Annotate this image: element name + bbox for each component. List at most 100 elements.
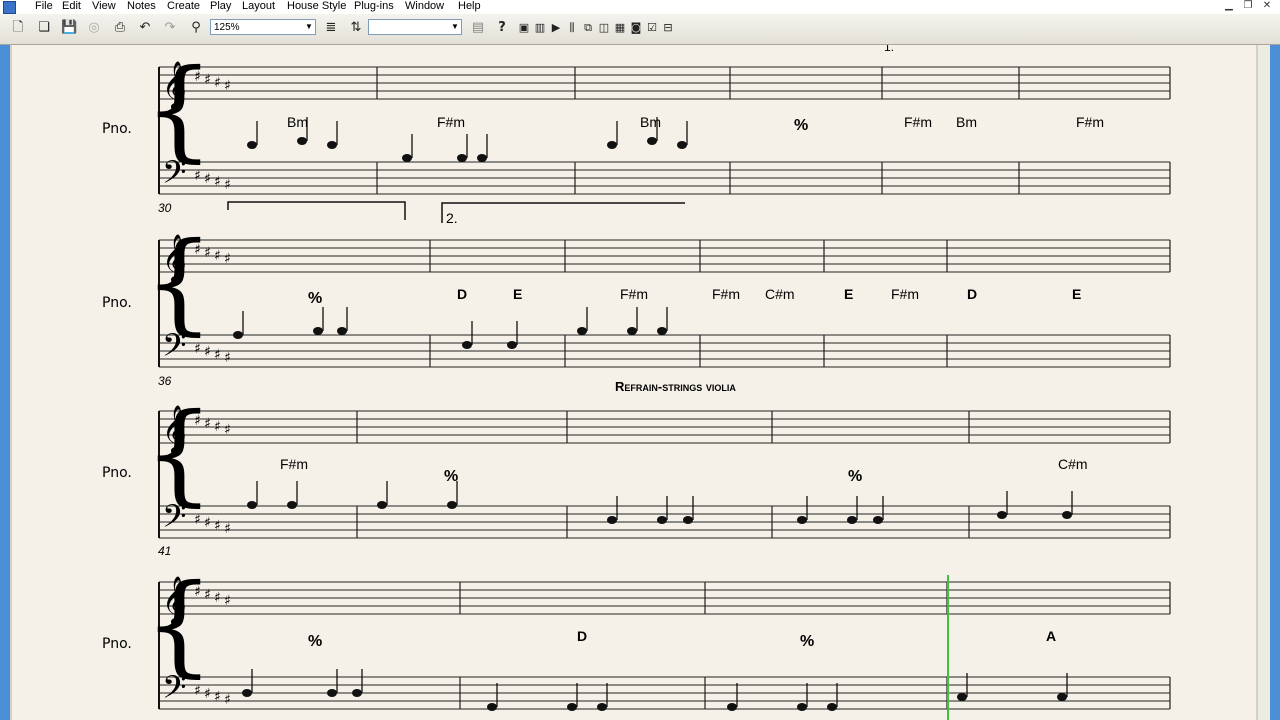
mixer-icon[interactable]: ⫼ [564, 20, 580, 36]
chord-symbol: F#m [280, 456, 308, 472]
redo-icon[interactable]: ↷ [162, 20, 178, 36]
menu-window[interactable]: Window [405, 0, 444, 13]
menu-bar: File Edit View Notes Create Play Layout … [0, 0, 1280, 14]
note-head [462, 341, 472, 349]
chord-symbol: % [800, 633, 814, 650]
layout-icon[interactable]: ⊟ [660, 20, 676, 36]
menu-layout[interactable]: Layout [242, 0, 275, 13]
note-head [477, 154, 487, 162]
menu-view[interactable]: View [92, 0, 116, 13]
vertical-scrollbar[interactable] [1258, 45, 1270, 720]
sharp-icon: ♯ [204, 344, 211, 360]
sharp-icon: ♯ [204, 171, 211, 187]
sharp-icon: ♯ [204, 416, 211, 432]
app-icon[interactable] [3, 1, 16, 14]
navigator-icon[interactable]: ▣ [516, 20, 532, 36]
note-head [647, 137, 657, 145]
second-ending-bracket [441, 202, 685, 223]
restore-icon[interactable]: ❐ [1241, 0, 1255, 12]
new-document-icon[interactable]: 🗋 [10, 20, 26, 36]
zoom-tool-icon[interactable]: ⚲ [188, 20, 204, 36]
menu-play[interactable]: Play [210, 0, 231, 13]
chord-symbol: Bm [956, 114, 977, 130]
instrument-label: Pno. [102, 121, 132, 137]
menu-help[interactable]: Help [458, 0, 481, 13]
instrument-label: Pno. [102, 636, 132, 652]
disabled-icon[interactable]: ◎ [86, 20, 102, 36]
playback-icon[interactable]: ▶ [548, 20, 564, 36]
note-head [247, 141, 257, 149]
print-icon[interactable]: ⎙ [112, 20, 128, 36]
chevron-down-icon[interactable]: ▼ [449, 20, 461, 34]
note-head [567, 703, 577, 711]
note-head [577, 327, 587, 335]
first-ending-bracket [227, 201, 406, 220]
toolbar: 🗋 ❏ 💾 ◎ ⎙ ↶ ↷ ⚲ ≣ ⇅ ▤ ? ▣ ▥ ▶ ⫼ ⧉ ◫ ▦ ◙ … [0, 14, 1280, 45]
note-head [297, 137, 307, 145]
sharp-icon: ♯ [194, 683, 201, 699]
chord-symbol: F#m [620, 286, 648, 302]
note-head [487, 703, 497, 711]
chord-symbol: Bm [640, 114, 661, 130]
note-head [1057, 693, 1067, 701]
note-head [797, 703, 807, 711]
treble-clef-icon: 𝄞 [162, 233, 187, 284]
chord-symbol: C#m [1058, 456, 1088, 472]
note-head [607, 141, 617, 149]
chevron-down-icon[interactable]: ▼ [303, 20, 315, 34]
sharp-icon: ♯ [224, 422, 231, 438]
menu-create[interactable]: Create [167, 0, 200, 13]
ideas-icon[interactable]: ◫ [596, 20, 612, 36]
chord-symbol: F#m [1076, 114, 1104, 130]
chord-symbol: D [457, 286, 467, 302]
close-icon[interactable]: ✕ [1260, 0, 1274, 12]
treble-clef-icon: 𝄞 [162, 60, 187, 111]
style-select[interactable]: ▼ [368, 19, 462, 35]
sharp-icon: ♯ [214, 590, 221, 606]
sharp-icon: ♯ [204, 587, 211, 603]
transform-icon[interactable]: ⇅ [348, 20, 364, 36]
note-head [233, 331, 243, 339]
panel-icon[interactable]: ▤ [470, 20, 486, 36]
menu-edit[interactable]: Edit [62, 0, 81, 13]
menu-notes[interactable]: Notes [127, 0, 156, 13]
save-icon[interactable]: 💾 [61, 20, 77, 36]
bass-clef-icon: 𝄢 [162, 669, 186, 713]
list-icon[interactable]: ≣ [323, 20, 339, 36]
note-head [337, 327, 347, 335]
note-head [327, 141, 337, 149]
note-head [247, 501, 257, 509]
measure-number: 41 [158, 544, 171, 558]
note-head [957, 693, 967, 701]
sharp-icon: ♯ [214, 347, 221, 363]
camera-icon[interactable]: ◙ [628, 20, 644, 36]
note-head [242, 689, 252, 697]
treble-clef-icon: 𝄞 [162, 575, 187, 626]
menu-file[interactable]: File [35, 0, 53, 13]
help-icon[interactable]: ? [494, 20, 510, 36]
chord-symbol: F#m [712, 286, 740, 302]
checklist-icon[interactable]: ☑ [644, 20, 660, 36]
menu-house-style[interactable]: House Style [287, 0, 346, 13]
score-canvas[interactable]: {𝄞𝄢♯♯♯♯♯♯♯♯{𝄞𝄢♯♯♯♯♯♯♯♯{𝄞𝄢♯♯♯♯♯♯♯♯{𝄞𝄢♯♯♯♯… [12, 45, 1256, 720]
sharp-icon: ♯ [204, 72, 211, 88]
sharp-icon: ♯ [214, 75, 221, 91]
video-icon[interactable]: ⧉ [580, 20, 596, 36]
minimize-icon[interactable]: ▁ [1222, 0, 1236, 12]
open-icon[interactable]: ❏ [36, 20, 52, 36]
chord-symbol: % [794, 117, 808, 134]
note-head [657, 516, 667, 524]
note-head [873, 516, 883, 524]
note-head [1062, 511, 1072, 519]
undo-icon[interactable]: ↶ [137, 20, 153, 36]
note-head [507, 341, 517, 349]
note-head [683, 516, 693, 524]
chord-symbol: % [308, 633, 322, 650]
note-head [447, 501, 457, 509]
properties-icon[interactable]: ▦ [612, 20, 628, 36]
menu-plug-ins[interactable]: Plug-ins [354, 0, 394, 13]
chord-symbol: F#m [904, 114, 932, 130]
note-head [827, 703, 837, 711]
zoom-select[interactable]: 125% ▼ [210, 19, 316, 35]
keypad-icon[interactable]: ▥ [532, 20, 548, 36]
